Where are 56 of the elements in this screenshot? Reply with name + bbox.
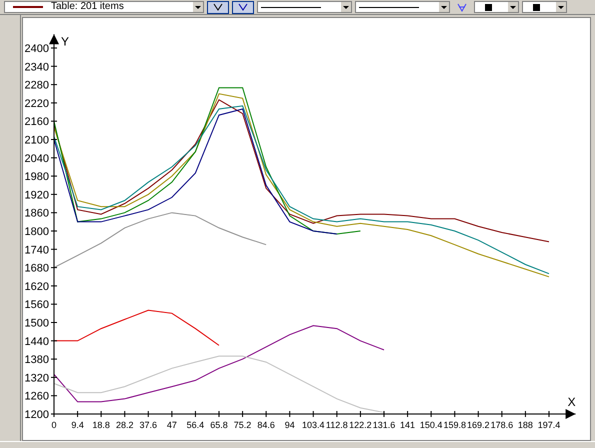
table-combo[interactable]: Table: 201 items xyxy=(4,1,204,13)
x-tick-label: 0 xyxy=(52,420,56,430)
x-tick-label: 112.8 xyxy=(326,420,348,430)
x-tick-label: 150.4 xyxy=(420,420,442,430)
y-tick-label: 1800 xyxy=(24,226,49,238)
y-tick-label: 1860 xyxy=(24,208,49,220)
y-tick-label: 2160 xyxy=(24,116,49,128)
x-tick-label: 47 xyxy=(166,420,177,430)
x-tick-label: 37.6 xyxy=(140,420,158,430)
x-tick-label: 75.2 xyxy=(234,420,252,430)
y-tick-label: 1380 xyxy=(24,354,49,366)
x-tick-label: 28.2 xyxy=(116,420,134,430)
color-combo[interactable] xyxy=(474,1,519,13)
y-tick-label: 2220 xyxy=(24,98,49,110)
y-tick-label: 1500 xyxy=(24,318,49,330)
chevron-icon xyxy=(237,2,249,12)
x-tick-label: 141 xyxy=(400,420,416,430)
y-tick-label: 2040 xyxy=(24,152,49,165)
line-width-combo[interactable] xyxy=(355,1,450,13)
x-tick-label: 56.4 xyxy=(186,420,204,430)
y-tick-label: 2400 xyxy=(24,43,49,55)
x-tick-label: 103.4 xyxy=(302,420,325,430)
x-tick-label: 131.6 xyxy=(372,420,396,430)
x-tick-label: 169.2 xyxy=(467,420,490,430)
marker-icon[interactable] xyxy=(457,2,467,12)
curve-toggle-button[interactable] xyxy=(232,0,254,14)
y-tick-label: 1560 xyxy=(24,299,49,312)
chevron-icon xyxy=(212,2,224,12)
x-tick-label: 94 xyxy=(284,420,295,430)
x-tick-label: 84.6 xyxy=(257,420,275,430)
line-style-combo[interactable] xyxy=(257,1,352,13)
line-swatch-icon xyxy=(13,6,43,8)
y-tick-label: 1740 xyxy=(24,244,49,256)
x-axis-label: X xyxy=(568,395,576,409)
y-tick-label: 1200 xyxy=(24,409,49,421)
y-tick-label: 1980 xyxy=(24,171,49,184)
x-tick-label: 18.8 xyxy=(92,420,110,430)
x-tick-label: 188 xyxy=(518,420,533,430)
color-combo[interactable] xyxy=(522,1,567,13)
y-tick-label: 1440 xyxy=(24,336,49,348)
x-tick-label: 65.8 xyxy=(210,420,228,430)
y-tick-label: 1320 xyxy=(24,372,49,384)
y-tick-label: 1620 xyxy=(24,280,49,293)
x-tick-label: 9.4 xyxy=(71,420,84,430)
x-tick-label: 159.8 xyxy=(443,420,466,430)
y-tick-label: 2280 xyxy=(24,80,49,92)
y-tick-label: 1680 xyxy=(24,262,49,275)
curve-toggle-button[interactable] xyxy=(207,0,229,14)
y-tick-label: 2100 xyxy=(24,134,49,146)
x-tick-label: 178.6 xyxy=(490,420,514,430)
y-tick-label: 2340 xyxy=(24,61,49,74)
y-tick-label: 1920 xyxy=(24,189,49,202)
x-tick-label: 122.2 xyxy=(349,420,372,430)
x-tick-label: 197.4 xyxy=(538,420,560,430)
y-axis-label: Y xyxy=(61,34,70,48)
y-tick-label: 1260 xyxy=(24,390,49,403)
